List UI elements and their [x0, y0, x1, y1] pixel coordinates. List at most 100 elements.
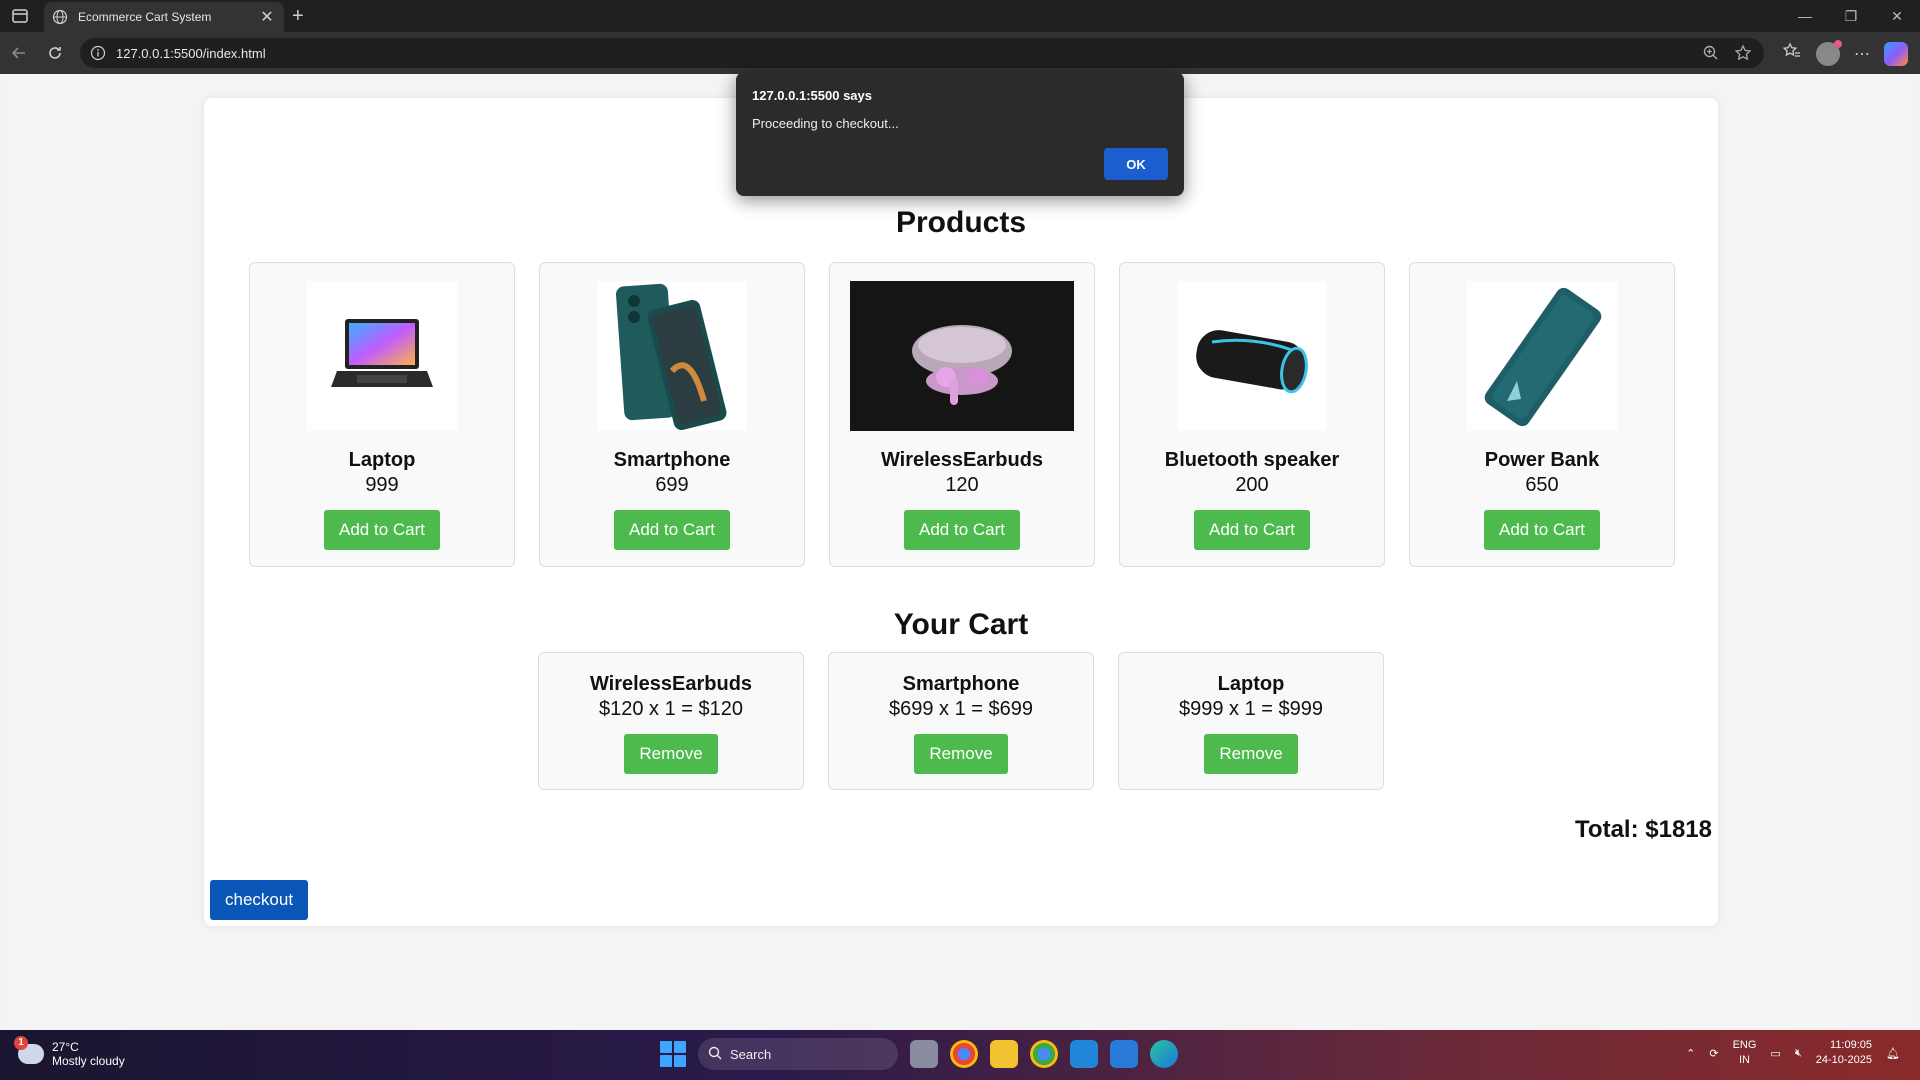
cart-item-name: Laptop	[1217, 673, 1285, 695]
product-name: Bluetooth speaker	[1164, 449, 1340, 471]
favorite-star-icon[interactable]	[1734, 44, 1752, 67]
search-label: Search	[730, 1046, 772, 1062]
chrome-profile-icon[interactable]	[1030, 1040, 1058, 1068]
alert-title: 127.0.0.1:5500 says	[752, 88, 872, 103]
cart-item-name: WirelessEarbuds	[589, 673, 753, 695]
minimize-icon[interactable]: —	[1782, 0, 1828, 32]
product-card: WirelessEarbuds 120 Add to Cart	[829, 262, 1095, 567]
task-view-icon[interactable]	[910, 1040, 938, 1068]
sync-icon[interactable]: ⟳	[1709, 1047, 1718, 1060]
region-code: IN	[1738, 1054, 1750, 1066]
toolbar-right-icons: ⋯	[1782, 39, 1908, 66]
add-to-cart-button[interactable]: Add to Cart	[324, 510, 440, 550]
product-price: 650	[1525, 474, 1559, 496]
product-card: Bluetooth speaker 200 Add to Cart	[1119, 262, 1385, 567]
language-indicator[interactable]: ENG IN	[1733, 1038, 1757, 1068]
copilot-icon[interactable]	[1884, 41, 1908, 66]
address-bar[interactable]: 127.0.0.1:5500/index.html	[80, 38, 1764, 68]
tab-close-icon[interactable]: ✕	[258, 7, 276, 27]
checkout-button[interactable]: checkout	[210, 880, 309, 920]
tab-title: Ecommerce Cart System	[78, 10, 212, 24]
cart-item: Laptop $999 x 1 = $999 Remove	[1118, 652, 1384, 790]
weather-condition: Mostly cloudy	[52, 1054, 125, 1068]
back-icon[interactable]	[8, 42, 30, 64]
remove-button[interactable]: Remove	[624, 734, 718, 774]
cart-item-line: $699 x 1 = $699	[888, 698, 1033, 720]
speaker-image	[1177, 281, 1327, 431]
restore-icon[interactable]: ❐	[1828, 0, 1874, 32]
zoom-icon[interactable]	[1702, 44, 1720, 67]
clock-time: 11:09:05	[1830, 1039, 1873, 1051]
cart-item-name: Smartphone	[902, 673, 1020, 695]
file-explorer-icon[interactable]	[990, 1040, 1018, 1068]
vscode-icon[interactable]	[1070, 1040, 1098, 1068]
language-code: ENG	[1732, 1039, 1757, 1051]
product-name: Power Bank	[1484, 449, 1600, 471]
products-heading: Products	[895, 206, 1027, 239]
browser-tab[interactable]: Ecommerce Cart System ✕	[44, 2, 284, 32]
volume-muted-icon[interactable]: 🔇︎	[1795, 1047, 1802, 1060]
window-controls: — ❐ ✕	[1782, 0, 1920, 32]
more-options-icon[interactable]: ⋯	[1854, 44, 1870, 64]
cart-item-line: $999 x 1 = $999	[1178, 698, 1323, 720]
tab-actions-icon[interactable]	[10, 6, 30, 26]
taskbar-apps: Search	[660, 1038, 1178, 1070]
dev-tool-icon[interactable]	[1110, 1040, 1138, 1068]
cart-total: Total: $1818	[1575, 816, 1712, 843]
shop-container: Products Laptop 999 Add to Cart Smartpho…	[204, 98, 1718, 926]
add-to-cart-button[interactable]: Add to Cart	[1194, 510, 1310, 550]
windows-start-icon[interactable]	[660, 1041, 686, 1067]
edge-icon[interactable]	[1150, 1040, 1178, 1068]
chevron-up-icon[interactable]: ⌃	[1686, 1047, 1695, 1060]
clock-date: 24-10-2025	[1815, 1054, 1873, 1066]
cart-item: Smartphone $699 x 1 = $699 Remove	[828, 652, 1094, 790]
url-text: 127.0.0.1:5500/index.html	[116, 45, 266, 61]
cart-heading: Your Cart	[893, 608, 1029, 641]
system-tray: ⌃ ⟳ ENG IN ▭ 🔇︎ 11:09:05 24-10-2025 🔔︎	[1686, 1038, 1900, 1068]
alert-dialog: 127.0.0.1:5500 says Proceeding to checko…	[736, 72, 1184, 196]
new-tab-icon[interactable]: +	[292, 6, 304, 26]
product-card: Power Bank 650 Add to Cart	[1409, 262, 1675, 567]
product-card: Smartphone 699 Add to Cart	[539, 262, 805, 567]
product-name: Laptop	[348, 449, 416, 471]
alert-ok-button[interactable]: OK	[1104, 148, 1168, 180]
favorites-icon[interactable]	[1782, 41, 1802, 66]
browser-toolbar: 127.0.0.1:5500/index.html ⋯	[0, 32, 1920, 74]
browser-tab-bar: Ecommerce Cart System ✕ + — ❐ ✕	[0, 0, 1920, 32]
chrome-icon[interactable]	[950, 1040, 978, 1068]
power-bank-image	[1467, 281, 1617, 431]
earbuds-image	[850, 281, 1074, 431]
cloud-icon: 1	[14, 1036, 44, 1064]
product-card: Laptop 999 Add to Cart	[249, 262, 515, 567]
search-icon	[708, 1046, 722, 1063]
clock[interactable]: 11:09:05 24-10-2025	[1816, 1038, 1872, 1068]
taskbar-search[interactable]: Search	[698, 1038, 898, 1070]
site-info-icon[interactable]	[90, 45, 106, 61]
weather-widget[interactable]: 1 27°C Mostly cloudy	[14, 1036, 125, 1068]
reload-icon[interactable]	[44, 42, 66, 64]
product-price: 200	[1235, 474, 1269, 496]
windows-taskbar: 1 27°C Mostly cloudy Search ⌃ ⟳ ENG IN ▭…	[0, 1030, 1920, 1080]
network-icon[interactable]: ▭	[1770, 1047, 1780, 1060]
product-price: 699	[655, 474, 689, 496]
product-name: Smartphone	[613, 449, 731, 471]
cart-item: WirelessEarbuds $120 x 1 = $120 Remove	[538, 652, 804, 790]
remove-button[interactable]: Remove	[914, 734, 1008, 774]
notification-bell-icon[interactable]: 🔔︎	[1886, 1047, 1900, 1060]
add-to-cart-button[interactable]: Add to Cart	[904, 510, 1020, 550]
smartphone-image	[597, 281, 747, 431]
page-viewport: Products Laptop 999 Add to Cart Smartpho…	[4, 74, 1916, 1028]
product-list: Laptop 999 Add to Cart Smartphone 699 Ad…	[249, 262, 1675, 567]
alert-message: Proceeding to checkout...	[752, 116, 899, 131]
window-close-icon[interactable]: ✕	[1874, 0, 1920, 32]
cart-item-line: $120 x 1 = $120	[598, 698, 743, 720]
laptop-image	[307, 281, 457, 431]
add-to-cart-button[interactable]: Add to Cart	[1484, 510, 1600, 550]
product-price: 999	[365, 474, 399, 496]
weather-badge: 1	[14, 1036, 28, 1050]
globe-icon	[52, 9, 68, 25]
remove-button[interactable]: Remove	[1204, 734, 1298, 774]
add-to-cart-button[interactable]: Add to Cart	[614, 510, 730, 550]
profile-avatar[interactable]	[1816, 39, 1842, 66]
product-name: WirelessEarbuds	[880, 449, 1044, 471]
